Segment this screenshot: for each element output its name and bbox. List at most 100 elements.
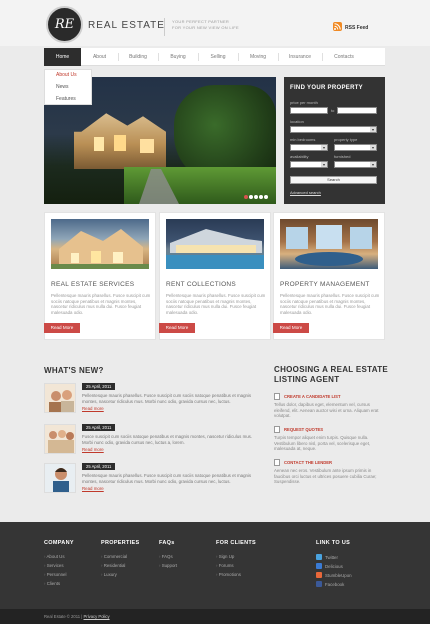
header-divider [164, 18, 165, 36]
chevron-down-icon: ▾ [370, 127, 376, 132]
chevron-down-icon: ▾ [370, 145, 376, 150]
submenu-about-us[interactable]: About Us [44, 69, 77, 81]
news-text: Fusce suscipit cum sociis natoque penati… [82, 434, 253, 445]
footer-social-title: LINK TO US [316, 540, 351, 546]
footer-link[interactable]: FAQs [159, 554, 173, 559]
social-link-twitter[interactable]: Twitter [325, 555, 338, 560]
footer-link[interactable]: Services [44, 563, 64, 568]
nav-buying[interactable]: Buying [158, 48, 198, 66]
privacy-policy-link[interactable]: Privacy Policy [84, 614, 110, 619]
submenu-features[interactable]: Features [44, 93, 77, 105]
main-nav: Home About Building Buying Selling Movin… [44, 48, 385, 66]
agent-tip-text: Turpis tempor aliquet enim turpis. Quisq… [274, 435, 371, 452]
price-max-input[interactable] [337, 107, 377, 114]
agent-tip-text: Aenean nec eros. Vestibulum ante ipsum p… [274, 468, 377, 485]
property-type-select[interactable]: ▾ [334, 144, 377, 151]
news-date: 25 April, 2011 [82, 463, 116, 470]
chevron-down-icon: ▾ [321, 162, 327, 167]
property-type-label: property type [334, 137, 358, 142]
social-link-stumbleupon[interactable]: StumbleUpon [325, 573, 352, 578]
news-text: Pellentesque mauris phasellus. Fusce sus… [82, 393, 252, 404]
advanced-search-link[interactable]: Advanced search [290, 190, 321, 195]
location-label: location [290, 119, 304, 124]
find-property-title: FIND YOUR PROPERTY [290, 85, 363, 91]
news-text: Pellentesque mauris phasellus. Fusce sus… [82, 473, 252, 484]
agent-tip-title[interactable]: REQUEST QUOTES [284, 427, 323, 432]
chevron-down-icon: ▾ [370, 162, 376, 167]
availability-select[interactable]: ▾ [290, 161, 328, 168]
find-property-panel: FIND YOUR PROPERTY price per month to lo… [284, 77, 385, 204]
brand-name[interactable]: REAL ESTATE [88, 20, 165, 31]
delicious-icon[interactable] [316, 563, 322, 569]
service-text: Pellentesque mauris phasellus. Fusce sus… [280, 293, 380, 315]
facebook-icon[interactable] [316, 581, 322, 587]
slide-dot[interactable] [259, 195, 263, 199]
price-min-input[interactable] [290, 107, 328, 114]
rss-icon[interactable] [333, 22, 342, 31]
nav-home[interactable]: Home [44, 48, 81, 66]
news-read-more[interactable]: Read more [82, 406, 104, 411]
footer-link[interactable]: Sign Up [216, 554, 235, 559]
document-icon [274, 459, 280, 466]
agent-tip-title[interactable]: CONTACT THE LENDER [284, 460, 332, 465]
footer-col-title: FAQs [159, 540, 175, 546]
location-select[interactable]: ▾ [290, 126, 377, 133]
furnished-select[interactable]: ▾ [334, 161, 377, 168]
news-thumbnail[interactable] [44, 383, 76, 413]
agent-section-title: CHOOSING A REAL ESTATE LISTING AGENT [274, 365, 388, 385]
footer-link[interactable]: Forums [216, 563, 234, 568]
nav-insurance[interactable]: Insurance [278, 48, 322, 66]
tagline-line2: FOR YOUR NEW VIEW ON LIFE [172, 25, 239, 30]
price-label: price per month [290, 100, 318, 105]
service-image [51, 219, 149, 269]
nav-moving[interactable]: Moving [238, 48, 278, 66]
site-footer: COMPANY About Us Services Personnel Clie… [0, 522, 430, 609]
footer-link[interactable]: Promotions [216, 572, 241, 577]
read-more-button[interactable]: Read More [273, 323, 309, 333]
footer-link[interactable]: About Us [44, 554, 64, 559]
read-more-button[interactable]: Read More [44, 323, 80, 333]
news-thumbnail[interactable] [44, 424, 76, 454]
agent-tip-title[interactable]: CREATE A CANDIDATE LIST [284, 394, 341, 399]
footer-link[interactable]: Personnel [44, 572, 67, 577]
social-link-facebook[interactable]: Facebook [325, 582, 344, 587]
agent-title-line1: CHOOSING A REAL ESTATE [274, 365, 389, 374]
tagline: YOUR PERFECT PARTNER FOR YOUR NEW VIEW O… [172, 19, 239, 31]
nav-building[interactable]: Building [118, 48, 158, 66]
search-button[interactable]: Search [290, 176, 377, 184]
footer-link[interactable]: Support [159, 563, 177, 568]
news-read-more[interactable]: Read more [82, 486, 104, 491]
news-item: 25 April, 2011 Fusce suscipit cum sociis… [44, 424, 259, 456]
site-logo[interactable]: RE [46, 6, 83, 43]
footer-link[interactable]: Commercial [101, 554, 127, 559]
bedrooms-select[interactable]: ▾ [290, 144, 328, 151]
nav-about[interactable]: About [81, 48, 118, 66]
service-card: PROPERTY MANAGEMENT Pellentesque mauris … [273, 212, 385, 340]
footer-link[interactable]: Residential [101, 563, 126, 568]
submenu-news[interactable]: News [44, 81, 77, 93]
hero-window [140, 139, 154, 153]
copyright: Real Estate © 2011 | Privacy Policy [44, 614, 110, 619]
news-thumbnail[interactable] [44, 463, 76, 493]
news-read-more[interactable]: Read more [82, 447, 104, 452]
slide-dot[interactable] [264, 195, 268, 199]
about-submenu: About Us News Features [44, 69, 92, 105]
nav-selling[interactable]: Selling [198, 48, 238, 66]
news-date: 25 April, 2011 [82, 424, 116, 431]
footer-link[interactable]: Clients [44, 581, 60, 586]
social-link-delicious[interactable]: Delicious [325, 564, 343, 569]
twitter-icon[interactable] [316, 554, 322, 560]
slide-dot[interactable] [254, 195, 258, 199]
service-title: REAL ESTATE SERVICES [51, 281, 135, 288]
slide-dot[interactable] [244, 195, 248, 199]
footer-link[interactable]: Luxury [101, 572, 117, 577]
service-card: REAL ESTATE SERVICES Pellentesque mauris… [44, 212, 156, 340]
news-date: 25 April, 2011 [82, 383, 116, 390]
footer-col-title: FOR CLIENTS [216, 540, 256, 546]
read-more-button[interactable]: Read More [159, 323, 195, 333]
news-item: 25 April, 2011 Pellentesque mauris phase… [44, 463, 259, 495]
rss-link[interactable]: RSS Feed [345, 25, 368, 31]
nav-contacts[interactable]: Contacts [322, 48, 366, 66]
slide-dot[interactable] [249, 195, 253, 199]
stumbleupon-icon[interactable] [316, 572, 322, 578]
